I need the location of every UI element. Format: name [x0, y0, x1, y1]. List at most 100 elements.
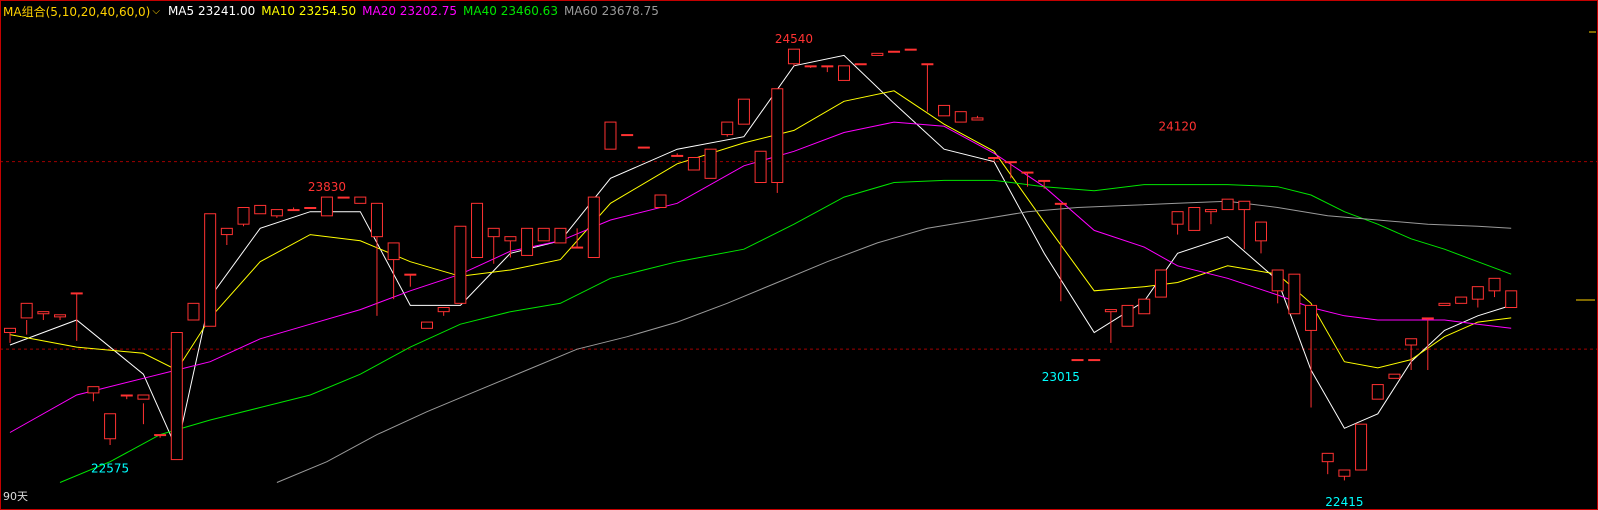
- candle[interactable]: [888, 50, 901, 53]
- candle-body: [804, 65, 817, 68]
- candle-body: [170, 332, 183, 461]
- candle[interactable]: [537, 227, 550, 242]
- candle-body: [304, 207, 317, 209]
- candle[interactable]: [1388, 373, 1401, 379]
- candle[interactable]: [1288, 273, 1301, 315]
- candle-body: [1121, 304, 1134, 327]
- candle[interactable]: [938, 104, 951, 117]
- candle-body: [471, 202, 484, 258]
- candle-body: [354, 196, 367, 204]
- candle-body: [421, 321, 433, 329]
- indicator-legend: MA组合(5,10,20,40,60,0) ⌵ MA5 23241.00 MA10…: [3, 3, 671, 19]
- candle[interactable]: [237, 207, 250, 227]
- candle-body: [54, 314, 67, 318]
- price-annotation: 23015: [1042, 370, 1080, 384]
- candle[interactable]: [1071, 359, 1084, 362]
- candle[interactable]: [754, 150, 767, 183]
- chevron-down-icon[interactable]: ⌵: [152, 6, 160, 17]
- candle[interactable]: [1505, 290, 1518, 309]
- candle[interactable]: [854, 63, 867, 66]
- candle-body: [637, 146, 650, 149]
- candle-body: [604, 121, 617, 150]
- candle[interactable]: [1455, 296, 1468, 304]
- candle[interactable]: [637, 146, 650, 149]
- candle[interactable]: [1188, 207, 1201, 231]
- candle-body: [1004, 161, 1017, 164]
- candle[interactable]: [1438, 302, 1451, 306]
- candle[interactable]: [737, 98, 750, 125]
- candle[interactable]: [254, 204, 267, 215]
- candle-body: [737, 98, 750, 125]
- candle[interactable]: [687, 157, 700, 171]
- candle-body: [988, 157, 1001, 159]
- candle[interactable]: [187, 302, 200, 321]
- candle[interactable]: [204, 213, 217, 327]
- candle-body: [521, 227, 534, 256]
- candle-body: [587, 196, 600, 258]
- candle-body: [1171, 211, 1184, 225]
- candle[interactable]: [1154, 269, 1167, 298]
- candle[interactable]: [521, 227, 534, 256]
- candle[interactable]: [721, 121, 734, 137]
- candle-body: [871, 52, 884, 56]
- ma40-legend-value: MA40 23460.63: [463, 4, 558, 18]
- ma-combo-selector[interactable]: MA组合(5,10,20,40,60,0): [3, 3, 150, 20]
- candle-body: [904, 48, 917, 51]
- candle[interactable]: [354, 196, 367, 204]
- ma10-legend-value: MA10 23254.50: [261, 4, 357, 18]
- candle[interactable]: [1355, 423, 1368, 471]
- candle-body: [821, 65, 834, 68]
- candle-body: [1138, 298, 1151, 315]
- candle[interactable]: [554, 227, 567, 244]
- candle-body: [687, 157, 700, 171]
- candle[interactable]: [787, 48, 800, 66]
- candle[interactable]: [471, 202, 484, 258]
- candle[interactable]: [621, 134, 634, 137]
- candle-body: [87, 386, 100, 394]
- candle[interactable]: [954, 111, 967, 123]
- candle[interactable]: [304, 207, 317, 209]
- candle-body: [387, 242, 400, 261]
- candle-body: [1505, 290, 1518, 309]
- candle-body: [220, 227, 233, 236]
- candle-body: [1071, 359, 1084, 362]
- candle-body: [204, 213, 217, 327]
- candle[interactable]: [1138, 298, 1151, 315]
- candle-body: [787, 48, 800, 65]
- candle[interactable]: [587, 196, 600, 258]
- candle-body: [254, 204, 267, 215]
- candle[interactable]: [904, 48, 917, 51]
- candle-body: [1288, 273, 1301, 315]
- candle-body: [1271, 269, 1284, 292]
- candle-body: [1054, 202, 1067, 205]
- candle-body: [671, 154, 684, 157]
- candle[interactable]: [654, 194, 667, 208]
- price-annotation: 22575: [91, 462, 129, 476]
- candle-body: [721, 121, 734, 136]
- candle-body: [1305, 304, 1318, 331]
- candle-body: [487, 227, 500, 238]
- candle[interactable]: [337, 196, 350, 199]
- candle-body: [187, 302, 200, 321]
- candle[interactable]: [1371, 384, 1384, 400]
- candle-body: [320, 196, 333, 217]
- candle[interactable]: [1121, 304, 1134, 327]
- candle[interactable]: [838, 65, 850, 81]
- candle[interactable]: [454, 225, 467, 304]
- price-annotation: 22415: [1325, 495, 1363, 509]
- candle[interactable]: [871, 52, 884, 56]
- candle-body: [1038, 179, 1051, 182]
- candle[interactable]: [604, 121, 617, 150]
- candle[interactable]: [1221, 198, 1234, 211]
- candle[interactable]: [1088, 359, 1101, 362]
- candle[interactable]: [320, 196, 333, 217]
- candle[interactable]: [170, 332, 183, 461]
- candle[interactable]: [771, 88, 784, 193]
- candle-body: [404, 273, 417, 276]
- candlestick-chart[interactable]: 24540 23830 24120 23015 22575 22415: [0, 0, 1598, 510]
- candle[interactable]: [704, 148, 717, 179]
- candle-body: [571, 246, 584, 249]
- candle-body: [1371, 384, 1384, 400]
- candle[interactable]: [421, 321, 433, 329]
- candle-body: [1405, 338, 1418, 346]
